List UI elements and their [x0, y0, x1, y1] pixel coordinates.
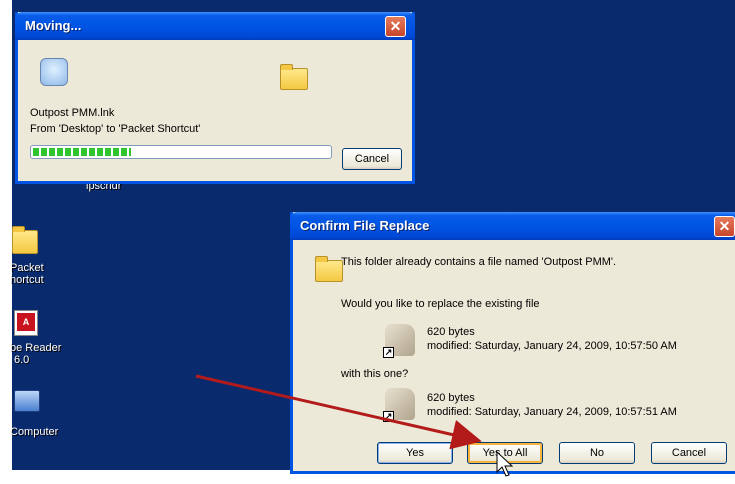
progress-fill — [33, 148, 131, 156]
desktop-icon-label: Packet — [10, 262, 44, 274]
computer-icon — [14, 390, 40, 412]
confirm-dialog-titlebar[interactable]: Confirm File Replace — [290, 212, 735, 240]
yes-to-all-button[interactable]: Yes to All — [467, 442, 543, 464]
shortcut-arrow-icon: ↗ — [383, 347, 394, 358]
cancel-button[interactable]: Cancel — [342, 148, 402, 170]
shortcut-arrow-icon: ↗ — [383, 411, 394, 422]
replace-question: Would you like to replace the existing f… — [341, 298, 540, 310]
existing-file-modified: modified: Saturday, January 24, 2009, 10… — [427, 340, 677, 352]
new-file-size: 620 bytes — [427, 392, 475, 404]
moving-from-to: From 'Desktop' to 'Packet Shortcut' — [30, 123, 201, 135]
desktop-icon-label: 6.0 — [14, 354, 30, 366]
close-icon[interactable]: ✕ — [714, 216, 735, 237]
yes-button[interactable]: Yes — [377, 442, 453, 464]
moving-dialog-title: Moving... — [25, 18, 82, 33]
moving-dialog: Moving... ✕ Outpost PMM.lnk From 'Deskto… — [15, 12, 415, 184]
existing-file-size: 620 bytes — [427, 326, 475, 338]
desktop-icon-label: hortcut — [10, 274, 44, 286]
cancel-button[interactable]: Cancel — [651, 442, 727, 464]
close-icon[interactable]: ✕ — [385, 16, 406, 37]
window-edge-left — [0, 0, 12, 484]
folder-icon — [12, 226, 38, 254]
replace-message: This folder already contains a file name… — [341, 256, 617, 268]
with-this-one: with this one? — [341, 368, 409, 380]
existing-file-icon: ↗ — [383, 324, 415, 358]
no-button[interactable]: No — [559, 442, 635, 464]
moving-file-name: Outpost PMM.lnk — [30, 107, 115, 119]
desktop-icon-label: Computer — [10, 426, 59, 438]
moving-dialog-titlebar[interactable]: Moving... — [15, 12, 415, 40]
folder-icon — [280, 64, 308, 90]
new-file-modified: modified: Saturday, January 24, 2009, 10… — [427, 406, 677, 418]
desktop-icon-label: be Reader — [10, 342, 62, 354]
progress-bar — [30, 145, 332, 159]
source-file-icon — [40, 58, 68, 86]
folder-icon — [315, 256, 343, 282]
confirm-dialog-title: Confirm File Replace — [300, 218, 430, 233]
adobe-reader-icon: A — [14, 310, 38, 336]
new-file-icon: ↗ — [383, 388, 415, 422]
confirm-replace-dialog: Confirm File Replace ✕ This folder alrea… — [290, 212, 735, 474]
